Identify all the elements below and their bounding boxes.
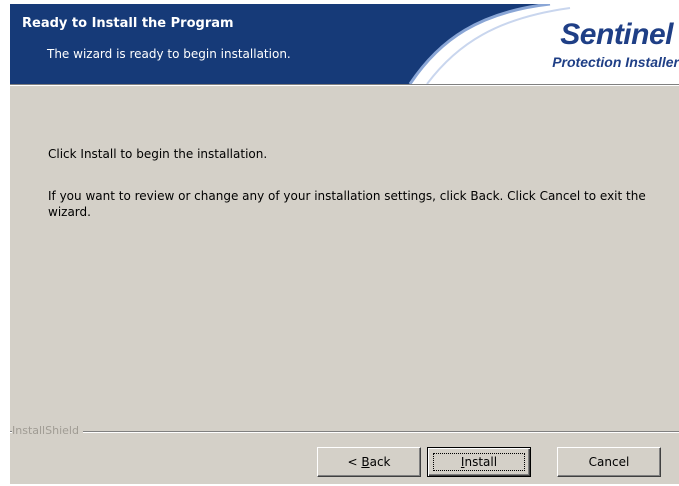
cancel-button[interactable]: Cancel — [557, 447, 661, 477]
back-button[interactable]: < Back — [317, 447, 421, 477]
header-divider — [10, 84, 679, 86]
installer-dialog: Ready to Install the Program The wizard … — [10, 4, 679, 484]
instruction-text: Click Install to begin the installation. — [48, 147, 268, 161]
install-button-label: nstall — [464, 455, 498, 469]
footer-divider-line — [10, 431, 679, 433]
back-button-label: ack — [369, 455, 391, 469]
installshield-label: InstallShield — [12, 424, 83, 437]
logo-wordmark: Sentinel — [560, 18, 673, 51]
info-text: If you want to review or change any of y… — [48, 189, 646, 219]
back-button-prefix: < — [347, 455, 362, 469]
install-button[interactable]: Install — [427, 447, 531, 477]
back-button-mnemonic: B — [361, 455, 370, 469]
header-banner: Ready to Install the Program The wizard … — [10, 4, 679, 84]
sentinel-logo: Sentinel Protection Installer — [10, 4, 679, 84]
logo-subtitle: Protection Installer — [552, 54, 679, 70]
cancel-button-label: Cancel — [588, 455, 630, 469]
installshield-divider: InstallShield — [10, 424, 679, 438]
